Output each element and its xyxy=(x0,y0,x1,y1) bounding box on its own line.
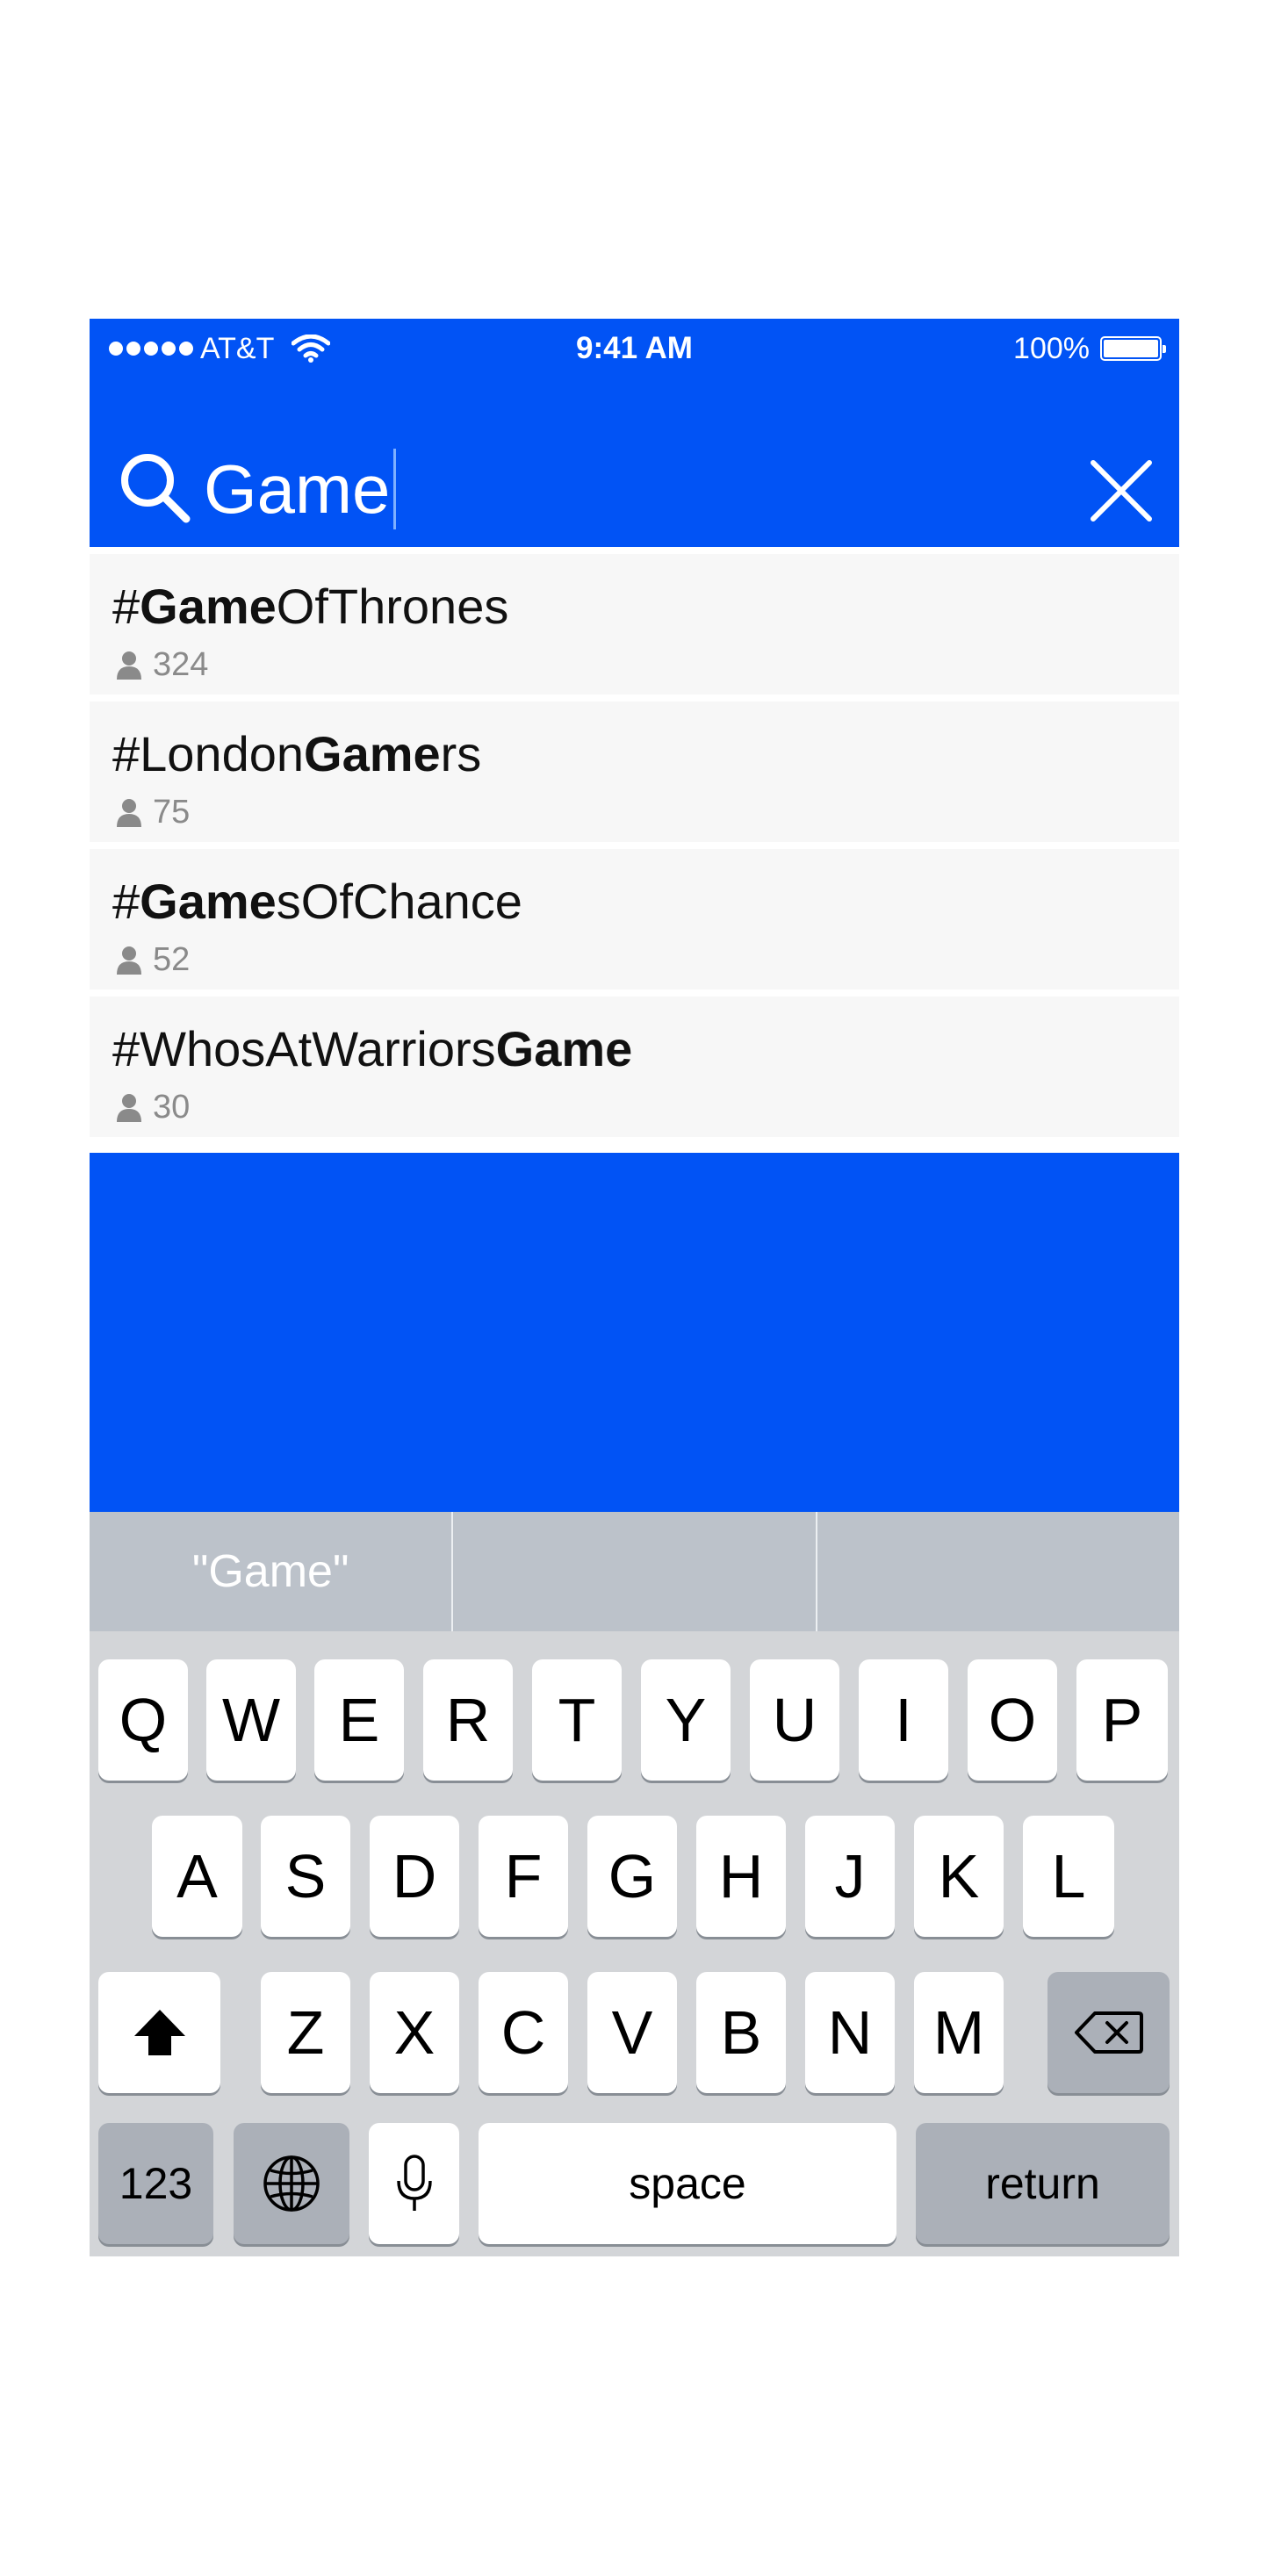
search-header: AT&T 9:41 AM 100% Game xyxy=(90,319,1179,547)
key-q[interactable]: Q xyxy=(98,1659,188,1781)
key-a[interactable]: A xyxy=(152,1816,242,1937)
key-p[interactable]: P xyxy=(1076,1659,1168,1781)
battery-percent: 100% xyxy=(1013,331,1090,365)
phone-screen: AT&T 9:41 AM 100% Game #GameOfThrones 32… xyxy=(90,319,1179,2256)
key-c[interactable]: C xyxy=(479,1972,568,2093)
match-highlight: Game xyxy=(495,1021,633,1076)
member-count: 30 xyxy=(116,1090,190,1125)
hashtag-label: #WhosAtWarriorsGame xyxy=(112,1021,633,1076)
keyboard: "Game" Q W E R T Y U I O P A S D F G H J… xyxy=(90,1512,1179,2256)
key-d[interactable]: D xyxy=(370,1816,459,1937)
key-x[interactable]: X xyxy=(370,1972,459,2093)
predictive-bar: "Game" xyxy=(90,1512,1179,1631)
suggestion-1[interactable]: "Game" xyxy=(90,1512,454,1631)
return-key[interactable]: return xyxy=(916,2123,1170,2244)
hashtag-label: #GamesOfChance xyxy=(112,874,522,929)
key-t[interactable]: T xyxy=(532,1659,622,1781)
numbers-key[interactable]: 123 xyxy=(98,2123,213,2244)
backspace-icon xyxy=(1074,2011,1143,2054)
key-w[interactable]: W xyxy=(206,1659,296,1781)
key-o[interactable]: O xyxy=(968,1659,1057,1781)
key-u[interactable]: U xyxy=(750,1659,839,1781)
match-highlight: Game xyxy=(304,726,441,781)
match-highlight: Game xyxy=(140,579,277,634)
search-icon xyxy=(121,454,191,523)
close-icon[interactable] xyxy=(1088,457,1155,524)
result-item[interactable]: #GamesOfChance 52 xyxy=(90,849,1179,989)
battery-icon xyxy=(1100,336,1166,361)
status-bar: AT&T 9:41 AM 100% xyxy=(90,319,1179,380)
key-k[interactable]: K xyxy=(914,1816,1004,1937)
key-l[interactable]: L xyxy=(1023,1816,1114,1937)
space-key[interactable]: space xyxy=(479,2123,896,2244)
results-list: #GameOfThrones 324 #LondonGamers 75 #Gam… xyxy=(90,554,1179,1144)
text-caret xyxy=(393,449,397,529)
suggestion-2[interactable] xyxy=(453,1512,817,1631)
member-count: 324 xyxy=(116,647,208,682)
result-item[interactable]: #LondonGamers 75 xyxy=(90,702,1179,842)
search-query: Game xyxy=(204,450,391,528)
member-count: 75 xyxy=(116,795,190,830)
hashtag-label: #LondonGamers xyxy=(112,726,482,781)
person-icon xyxy=(117,946,141,975)
key-g[interactable]: G xyxy=(587,1816,677,1937)
key-j[interactable]: J xyxy=(805,1816,895,1937)
globe-icon xyxy=(263,2155,320,2212)
globe-key[interactable] xyxy=(234,2123,349,2244)
microphone-icon xyxy=(396,2155,432,2211)
key-n[interactable]: N xyxy=(805,1972,895,2093)
person-icon xyxy=(117,1094,141,1122)
result-item[interactable]: #GameOfThrones 324 xyxy=(90,554,1179,694)
delete-key[interactable] xyxy=(1047,1972,1170,2093)
key-f[interactable]: F xyxy=(479,1816,568,1937)
key-v[interactable]: V xyxy=(587,1972,677,2093)
shift-key[interactable] xyxy=(98,1972,220,2093)
key-b[interactable]: B xyxy=(696,1972,786,2093)
empty-area xyxy=(90,1153,1179,1512)
key-z[interactable]: Z xyxy=(261,1972,350,2093)
status-right: 100% xyxy=(1013,331,1166,366)
result-item[interactable]: #WhosAtWarriorsGame 30 xyxy=(90,997,1179,1137)
person-icon xyxy=(117,651,141,680)
key-i[interactable]: I xyxy=(859,1659,948,1781)
suggestion-3[interactable] xyxy=(817,1512,1179,1631)
search-bar[interactable]: Game xyxy=(90,442,1179,538)
person-icon xyxy=(117,799,141,827)
key-e[interactable]: E xyxy=(314,1659,404,1781)
shift-icon xyxy=(133,2010,185,2055)
key-y[interactable]: Y xyxy=(641,1659,731,1781)
dictation-key[interactable] xyxy=(369,2123,459,2244)
key-m[interactable]: M xyxy=(914,1972,1004,2093)
key-s[interactable]: S xyxy=(261,1816,350,1937)
key-h[interactable]: H xyxy=(696,1816,786,1937)
match-highlight: Game xyxy=(140,874,277,929)
search-input[interactable]: Game xyxy=(204,449,397,529)
hashtag-label: #GameOfThrones xyxy=(112,579,509,634)
key-r[interactable]: R xyxy=(423,1659,513,1781)
member-count: 52 xyxy=(116,942,190,977)
